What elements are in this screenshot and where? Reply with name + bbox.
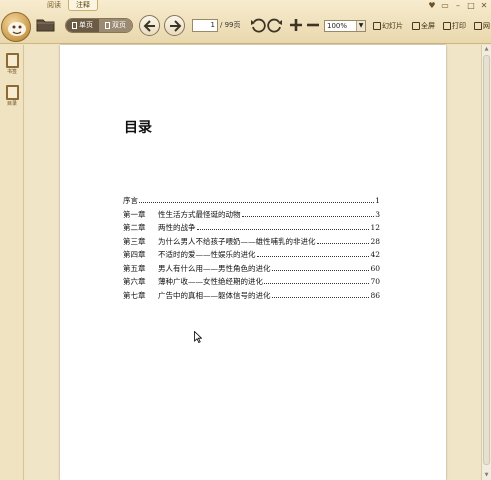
toc-leader-dots — [241, 215, 375, 217]
toc-chapter-title: 为什么男人不给孩子喂奶——雄性哺乳的非进化 — [158, 236, 316, 246]
zoom-select[interactable]: 100% ▼ — [324, 20, 366, 32]
favorite-icon[interactable]: ♥ — [427, 0, 437, 11]
toc-chapter-title: 广告中的真相——躯体信号的进化 — [158, 290, 271, 300]
rotate-right-icon[interactable] — [267, 17, 283, 33]
vertical-scrollbar[interactable]: ▲ ▼ — [481, 45, 491, 480]
bookmark-icon — [5, 53, 19, 68]
toc-chapter-number: 第一章 — [123, 209, 146, 219]
toc-chapter-title: 男人有什么用——男性角色的进化 — [158, 263, 271, 273]
toc-page-number: 42 — [370, 250, 380, 259]
toc-chapter-title: 薄种广收——女性绝经期的进化 — [158, 277, 263, 286]
document-page: 目录 序言 1 第一章 性生活方式最怪诞的动物 3 第二章 两性的战争 12 第三章 为什么男人不… — [60, 45, 446, 480]
arrow-right-icon — [170, 20, 182, 32]
toc-entry[interactable]: 第四章 不适时的爱——性娱乐的进化 42 — [123, 249, 380, 263]
minimize-button[interactable]: – — [453, 0, 463, 11]
scroll-down-icon[interactable]: ▼ — [482, 471, 491, 480]
toc-entry[interactable]: 第一章 性生活方式最怪诞的动物 3 — [123, 209, 380, 223]
toc-page-number: 1 — [375, 196, 380, 205]
toc-page-number: 70 — [370, 277, 380, 286]
more-button[interactable]: 网 — [474, 21, 490, 31]
double-page-button[interactable]: 双页 — [99, 19, 132, 32]
toc-chapter-number: 第六章 — [123, 277, 146, 286]
toc-page-number: 60 — [370, 263, 380, 273]
zoom-out-icon[interactable] — [305, 17, 321, 33]
slideshow-button[interactable]: 幻灯片 — [373, 21, 403, 31]
single-page-icon — [72, 22, 77, 29]
window-controls: ♥ ▭ – □ ✕ — [427, 0, 489, 11]
toc-entry[interactable]: 第六章 薄种广收——女性绝经期的进化 70 — [123, 276, 380, 290]
toc-entry[interactable]: 第七章 广告中的真相——躯体信号的进化 86 — [123, 290, 380, 304]
toc-chapter-title: 序言 — [123, 196, 138, 205]
open-folder-icon[interactable] — [36, 17, 55, 32]
toc-chapter-title: 两性的战争 — [158, 223, 196, 232]
toc-page-number: 86 — [370, 290, 380, 300]
next-page-button[interactable] — [164, 15, 185, 36]
toc-chapter-number: 第二章 — [123, 223, 146, 232]
toc-entry[interactable]: 第二章 两性的战争 12 — [123, 222, 380, 236]
zoom-in-icon[interactable] — [288, 17, 304, 33]
printer-icon — [443, 22, 451, 30]
table-of-contents: 序言 1 第一章 性生活方式最怪诞的动物 3 第二章 两性的战争 12 第三章 为什么男人不给孩子… — [123, 195, 380, 303]
web-icon — [474, 22, 482, 30]
single-page-button[interactable]: 单页 — [66, 19, 99, 32]
double-page-icon — [105, 22, 110, 29]
tab-annotate[interactable]: 注释 — [68, 0, 98, 11]
toc-leader-dots — [271, 269, 370, 271]
toc-leader-dots — [316, 242, 370, 244]
chevron-down-icon: ▼ — [356, 21, 365, 31]
toc-chapter-number: 第四章 — [123, 250, 146, 259]
previous-page-button[interactable] — [139, 15, 160, 36]
top-toolbar: 阅读 注释 ♥ ▭ – □ ✕ 单页 双页 1 / 99页 100% ▼ 幻灯片… — [0, 0, 491, 44]
rotate-left-icon[interactable] — [250, 17, 266, 33]
mouse-cursor-icon — [194, 331, 202, 343]
close-button[interactable]: ✕ — [479, 0, 489, 11]
skin-icon[interactable]: ▭ — [440, 0, 450, 11]
fullscreen-icon — [412, 22, 420, 30]
sidebar-item-bookmarks[interactable]: 书签 — [2, 51, 22, 81]
app-logo-icon[interactable] — [1, 12, 31, 42]
tab-read[interactable]: 阅读 — [40, 0, 68, 11]
page-number-input[interactable]: 1 — [192, 19, 218, 32]
toc-chapter-title: 性生活方式最怪诞的动物 — [158, 209, 241, 219]
toc-leader-dots — [139, 202, 375, 203]
toc-page-number: 28 — [370, 236, 380, 246]
fullscreen-button[interactable]: 全屏 — [412, 21, 435, 31]
view-mode-toggle: 单页 双页 — [65, 18, 133, 33]
document-viewport[interactable]: 目录 序言 1 第一章 性生活方式最怪诞的动物 3 第二章 两性的战争 12 第三章 为什么男人不… — [25, 45, 481, 480]
slideshow-icon — [373, 22, 381, 30]
toc-page-number: 12 — [370, 223, 380, 232]
print-button[interactable]: 打印 — [443, 21, 466, 31]
toc-entry[interactable]: 第三章 为什么男人不给孩子喂奶——雄性哺乳的非进化 28 — [123, 236, 380, 250]
sidebar-item-toc[interactable]: 目录 — [2, 83, 22, 113]
maximize-button[interactable]: □ — [466, 0, 476, 11]
ribbon-tabs: 阅读 注释 — [40, 0, 98, 11]
toc-entry[interactable]: 序言 1 — [123, 195, 380, 209]
page-title: 目录 — [124, 120, 152, 136]
toc-leader-dots — [271, 296, 370, 298]
scroll-up-icon[interactable]: ▲ — [482, 45, 491, 54]
toc-entry[interactable]: 第五章 男人有什么用——男性角色的进化 60 — [123, 263, 380, 277]
page-total-label: / 99页 — [220, 21, 241, 29]
toc-leader-dots — [256, 256, 370, 257]
toc-chapter-number: 第三章 — [123, 236, 146, 246]
toc-leader-dots — [196, 229, 370, 230]
toc-chapter-title: 不适时的爱——性娱乐的进化 — [158, 250, 256, 259]
scroll-thumb[interactable] — [483, 55, 490, 465]
toc-page-number: 3 — [375, 209, 380, 219]
arrow-left-icon — [143, 20, 155, 32]
toc-leader-dots — [264, 283, 370, 284]
list-icon — [5, 85, 19, 100]
left-sidebar: 书签 目录 — [0, 45, 24, 480]
toc-chapter-number: 第七章 — [123, 290, 146, 300]
toc-chapter-number: 第五章 — [123, 263, 146, 273]
